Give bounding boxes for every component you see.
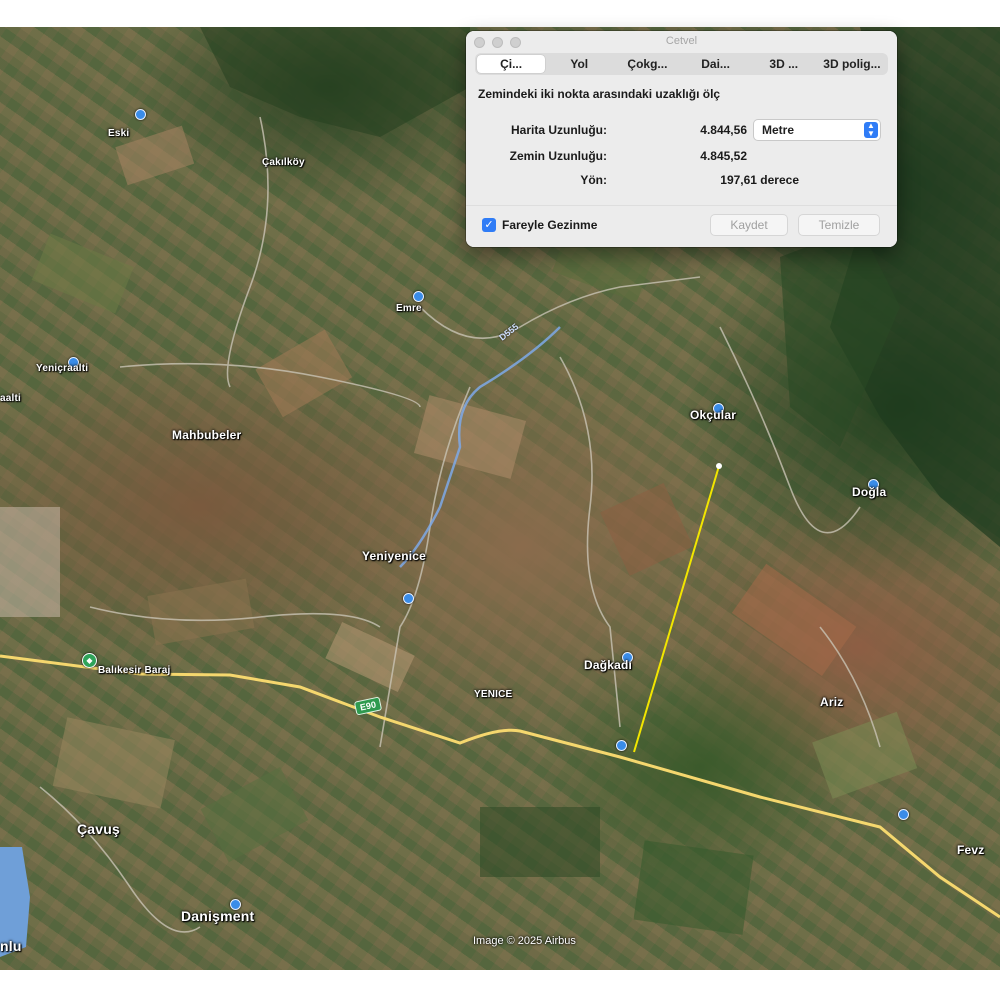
place-label: Doğla — [852, 485, 887, 499]
unit-select[interactable]: Metre ▲ ▼ — [754, 120, 880, 140]
map-length-label: Harita Uzunluğu: — [511, 123, 607, 137]
place-pin[interactable] — [898, 809, 909, 820]
place-label: Danişment — [181, 908, 255, 924]
mouse-nav-checkbox[interactable]: ✓ — [482, 218, 496, 232]
place-label: Ariz — [820, 695, 844, 709]
chevron-updown-icon: ▲ ▼ — [864, 122, 878, 138]
place-label: Mahbubeler — [172, 428, 242, 442]
mouse-nav-label[interactable]: Fareyle Gezinme — [502, 218, 597, 232]
place-pin[interactable] — [135, 109, 146, 120]
place-pin[interactable] — [403, 593, 414, 604]
place-label: Eski — [108, 128, 130, 139]
place-label: Çakılköy — [262, 157, 305, 168]
tab-line[interactable]: Çi... — [477, 55, 546, 73]
map-length-value: 4.844,56 — [700, 123, 747, 137]
tab-3d-polygon[interactable]: 3D polig... — [818, 55, 886, 73]
ruler-footer: ✓ Fareyle Gezinme Kaydet Temizle — [466, 205, 897, 247]
minimize-window-button[interactable] — [492, 37, 503, 48]
exit-icon[interactable]: ◆ — [82, 653, 97, 668]
window-title: Cetvel — [665, 35, 698, 47]
place-label: aalti — [0, 393, 22, 404]
place-label: Okçular — [690, 408, 737, 422]
tab-polygon[interactable]: Çokg... — [613, 55, 681, 73]
tab-3d-path[interactable]: 3D ... — [750, 55, 818, 73]
window-controls — [474, 37, 521, 48]
field-patches — [0, 125, 918, 935]
tab-circle[interactable]: Dai... — [682, 55, 750, 73]
zoom-window-button[interactable] — [510, 37, 521, 48]
close-window-button[interactable] — [474, 37, 485, 48]
place-pin[interactable] — [413, 291, 424, 302]
place-label: Emre — [396, 303, 422, 314]
save-button[interactable]: Kaydet — [711, 215, 787, 235]
ruler-window[interactable]: Cetvel Çi... Yol Çokg... Dai... 3D ... 3… — [466, 31, 897, 247]
place-label: Dağkadı — [584, 658, 633, 672]
place-pin[interactable] — [616, 740, 627, 751]
measure-tabs: Çi... Yol Çokg... Dai... 3D ... 3D polig… — [475, 53, 888, 75]
ground-length-label: Zemin Uzunluğu: — [509, 149, 607, 163]
heading-value: 197,61 derece — [720, 173, 799, 187]
measure-description: Zemindeki iki nokta arasındaki uzaklığı … — [478, 87, 721, 101]
measure-start-point[interactable] — [716, 463, 722, 469]
place-label: YENICE — [474, 689, 513, 700]
place-label: Yeniçraalti — [36, 363, 89, 374]
tab-path[interactable]: Yol — [545, 55, 613, 73]
place-label: Fevz — [957, 843, 985, 857]
title-bar[interactable]: Cetvel — [466, 31, 897, 51]
ground-length-value: 4.845,52 — [700, 149, 747, 163]
heading-label: Yön: — [580, 173, 607, 187]
imagery-credit: Image © 2025 Airbus — [473, 935, 576, 947]
unit-select-value: Metre — [762, 123, 795, 137]
clear-button[interactable]: Temizle — [799, 215, 879, 235]
place-label: Balıkesir Baraj — [98, 665, 171, 676]
place-label: Yeniyenice — [362, 549, 427, 563]
place-label: nlu — [0, 938, 22, 954]
place-label: Çavuş — [77, 821, 121, 837]
